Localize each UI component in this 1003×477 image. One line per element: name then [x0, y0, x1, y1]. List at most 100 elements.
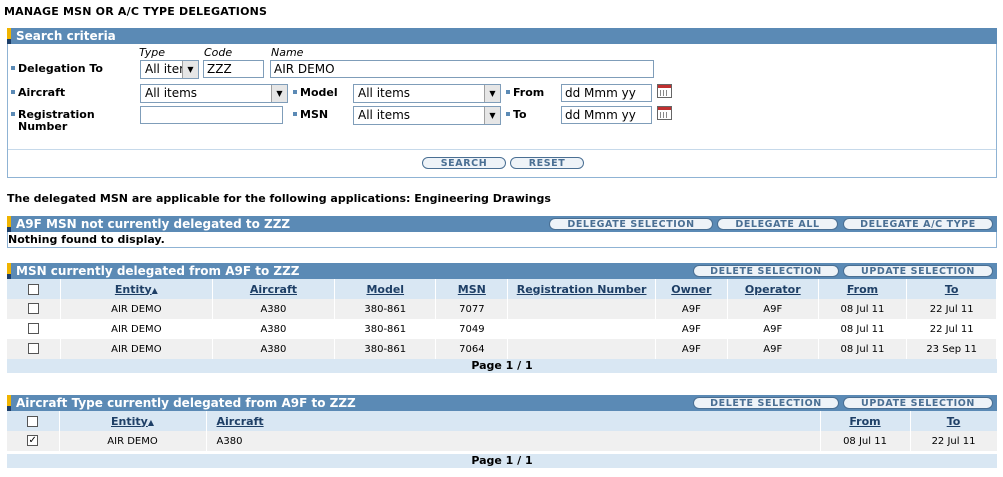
- type-caption: Type: [139, 46, 166, 59]
- chevron-down-icon[interactable]: ▼: [271, 85, 287, 102]
- not-delegated-title: A9F MSN not currently delegated to ZZZ: [16, 217, 291, 231]
- cell-aircraft: A380: [212, 299, 336, 319]
- search-criteria-header: Search criteria: [7, 28, 997, 44]
- table-header-row: Entity▲ Aircraft Model MSN Registration …: [7, 279, 997, 299]
- type-delegated-title: Aircraft Type currently delegated from A…: [16, 396, 356, 410]
- cell-to: 22 Jul 11: [906, 319, 997, 339]
- reset-button[interactable]: RESET: [510, 157, 584, 169]
- aircraft-select-value: All items: [145, 86, 198, 100]
- model-label: Model: [293, 86, 338, 99]
- empty-message: Nothing found to display.: [8, 233, 165, 246]
- column-header-aircraft[interactable]: Aircraft: [212, 279, 336, 299]
- not-delegated-body: Nothing found to display.: [7, 232, 997, 248]
- cell-owner: A9F: [655, 299, 728, 319]
- msn-select[interactable]: All items ▼: [353, 106, 501, 125]
- row-select-cell[interactable]: [7, 319, 62, 339]
- sort-ascending-icon[interactable]: ▲: [148, 418, 154, 427]
- not-delegated-panel: A9F MSN not currently delegated to ZZZ D…: [7, 216, 997, 248]
- column-header-entity[interactable]: Entity▲: [59, 411, 207, 431]
- registration-field[interactable]: [140, 106, 283, 124]
- cell-owner: A9F: [655, 319, 728, 339]
- cell-entity: AIR DEMO: [60, 339, 213, 359]
- select-all-cell[interactable]: [7, 279, 62, 299]
- column-header-from[interactable]: From: [818, 279, 908, 299]
- checkbox-icon[interactable]: [28, 284, 40, 295]
- calendar-icon[interactable]: [657, 84, 672, 98]
- to-date-field[interactable]: dd Mmm yy: [561, 106, 652, 124]
- column-entity-label[interactable]: Entity: [115, 283, 152, 296]
- cell-model: 380-861: [334, 339, 437, 359]
- table-row: ✓ AIR DEMO A380 08 Jul 11 22 Jul 11: [7, 431, 998, 451]
- search-criteria-title: Search criteria: [16, 29, 116, 43]
- sort-ascending-icon[interactable]: ▲: [152, 286, 158, 295]
- delegate-all-button[interactable]: DELEGATE ALL: [717, 218, 838, 230]
- column-header-from[interactable]: From: [820, 411, 911, 431]
- column-header-registration[interactable]: Registration Number: [507, 279, 656, 299]
- table-row: AIR DEMO A380 380-861 7064 A9F A9F 08 Ju…: [7, 339, 997, 359]
- msn-delegated-title: MSN currently delegated from A9F to ZZZ: [16, 264, 300, 278]
- column-header-aircraft[interactable]: Aircraft: [206, 411, 821, 431]
- delete-selection-button[interactable]: DELETE SELECTION: [693, 265, 839, 277]
- row-select-cell[interactable]: [7, 339, 62, 359]
- type-delegated-header: Aircraft Type currently delegated from A…: [7, 395, 997, 411]
- cell-aircraft: A380: [212, 319, 336, 339]
- calendar-icon[interactable]: [657, 106, 672, 120]
- aircraft-select[interactable]: All items ▼: [140, 84, 288, 103]
- cell-from: 08 Jul 11: [818, 339, 908, 359]
- msn-label: MSN: [293, 108, 328, 121]
- column-entity-label[interactable]: Entity: [111, 415, 148, 428]
- pagination-status: Page 1 / 1: [7, 359, 997, 373]
- cell-from: 08 Jul 11: [820, 431, 911, 451]
- cell-entity: AIR DEMO: [60, 319, 213, 339]
- column-header-owner[interactable]: Owner: [655, 279, 728, 299]
- msn-label-text: MSN: [300, 108, 329, 121]
- model-label-text: Model: [300, 86, 338, 99]
- cell-registration: [507, 299, 656, 319]
- row-select-cell[interactable]: ✓: [7, 431, 60, 451]
- checkbox-icon[interactable]: ✓: [27, 435, 39, 447]
- search-button[interactable]: SEARCH: [422, 157, 506, 169]
- chevron-down-icon[interactable]: ▼: [484, 85, 500, 102]
- from-date-field[interactable]: dd Mmm yy: [561, 84, 652, 102]
- checkbox-icon[interactable]: [28, 303, 40, 315]
- select-all-cell[interactable]: [7, 411, 60, 431]
- update-selection-button[interactable]: UPDATE SELECTION: [843, 397, 993, 409]
- aircraft-label-text: Aircraft: [18, 86, 66, 99]
- row-select-cell[interactable]: [7, 299, 62, 319]
- column-header-model[interactable]: Model: [334, 279, 437, 299]
- cell-msn: 7049: [435, 319, 509, 339]
- msn-delegated-panel: MSN currently delegated from A9F to ZZZ …: [7, 263, 997, 373]
- column-header-entity[interactable]: Entity▲: [60, 279, 213, 299]
- type-select[interactable]: All iter ▼: [140, 60, 199, 79]
- column-header-to[interactable]: To: [910, 411, 998, 431]
- applications-info-text: The delegated MSN are applicable for the…: [7, 192, 551, 205]
- table-header-row: Entity▲ Aircraft From To: [7, 411, 998, 431]
- column-header-to[interactable]: To: [906, 279, 997, 299]
- cell-aircraft: A380: [212, 339, 336, 359]
- cell-entity: AIR DEMO: [59, 431, 207, 451]
- delegate-ac-type-button[interactable]: DELEGATE A/C TYPE: [843, 218, 993, 230]
- delete-selection-button[interactable]: DELETE SELECTION: [693, 397, 839, 409]
- table-row: AIR DEMO A380 380-861 7077 A9F A9F 08 Ju…: [7, 299, 997, 319]
- cell-msn: 7064: [435, 339, 509, 359]
- name-field[interactable]: AIR DEMO: [270, 60, 654, 78]
- name-caption: Name: [271, 46, 304, 59]
- cell-to: 22 Jul 11: [906, 299, 997, 319]
- chevron-down-icon[interactable]: ▼: [484, 107, 500, 124]
- chevron-down-icon[interactable]: ▼: [182, 61, 198, 78]
- update-selection-button[interactable]: UPDATE SELECTION: [843, 265, 993, 277]
- cell-aircraft: A380: [206, 431, 821, 451]
- registration-label-line2: Number: [18, 120, 68, 133]
- checkbox-icon[interactable]: [28, 343, 40, 355]
- msn-delegated-header: MSN currently delegated from A9F to ZZZ …: [7, 263, 997, 279]
- column-header-operator[interactable]: Operator: [727, 279, 819, 299]
- checkbox-icon[interactable]: [27, 416, 39, 427]
- code-field[interactable]: ZZZ: [203, 60, 264, 78]
- checkbox-icon[interactable]: [28, 323, 40, 335]
- cell-registration: [507, 319, 656, 339]
- cell-entity: AIR DEMO: [60, 299, 213, 319]
- column-header-msn[interactable]: MSN: [435, 279, 509, 299]
- cell-registration: [507, 339, 656, 359]
- delegate-selection-button[interactable]: DELEGATE SELECTION: [549, 218, 713, 230]
- model-select[interactable]: All items ▼: [353, 84, 501, 103]
